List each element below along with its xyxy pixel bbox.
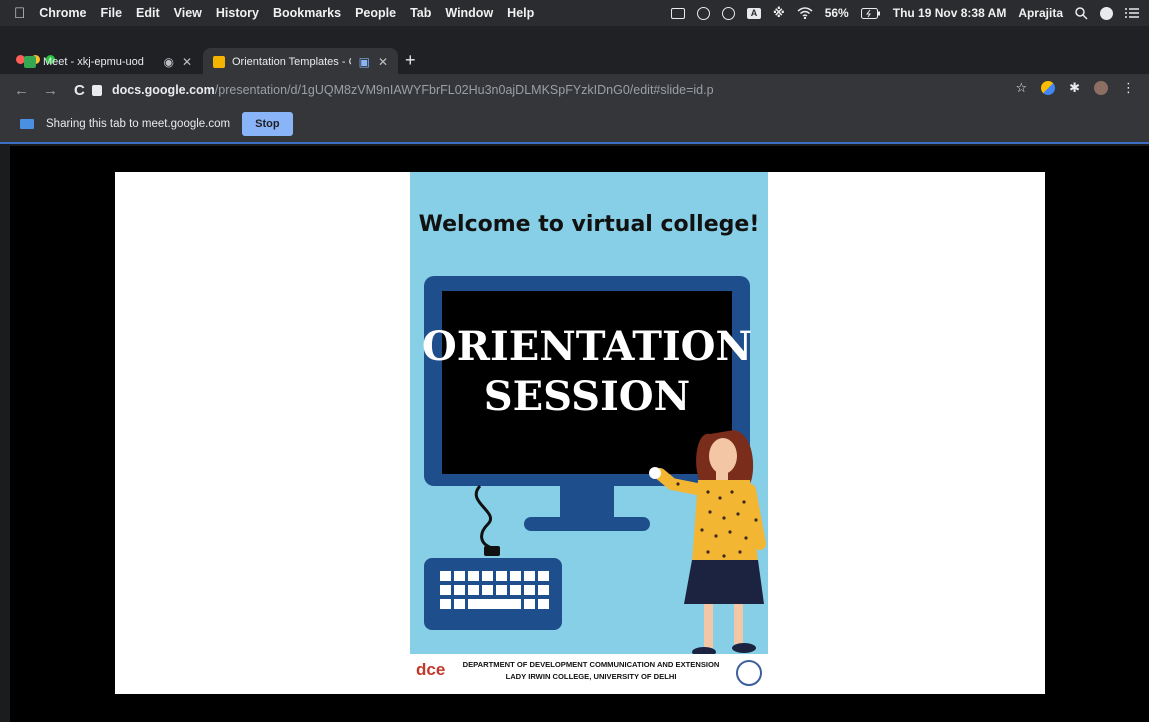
close-tab-icon[interactable]: ✕	[378, 55, 388, 69]
menu-help[interactable]: Help	[507, 6, 534, 20]
keyboard-cable	[474, 484, 493, 550]
department-name: DEPARTMENT OF DEVELOPMENT COMMUNICATION …	[446, 659, 736, 683]
puzzle-extensions-icon[interactable]: ✱	[1069, 80, 1080, 96]
screen-share-icon	[20, 119, 34, 129]
cable-plug	[484, 546, 500, 556]
menu-history[interactable]: History	[216, 6, 259, 20]
sharing-message: Sharing this tab to meet.google.com	[46, 118, 231, 130]
toolbar-icons: ☆ ✱ ⋮	[1015, 80, 1135, 96]
poster-footer: dce DEPARTMENT OF DEVELOPMENT COMMUNICAT…	[410, 654, 768, 694]
lock-icon[interactable]	[92, 84, 102, 96]
creative-cloud-icon[interactable]	[697, 6, 711, 20]
siri-icon[interactable]	[1100, 6, 1113, 20]
college-seal-icon	[736, 660, 762, 686]
tab-strip: Meet - xkj-epmu-uod ◉ ✕ Orientation Temp…	[0, 26, 1149, 76]
tab-meet[interactable]: Meet - xkj-epmu-uod ◉ ✕	[14, 48, 202, 76]
url-path: /presentation/d/1gUQM8zVM9nIAWYFbrFL02Hu…	[214, 83, 714, 97]
monitor-stand	[524, 517, 650, 531]
battery-icon[interactable]	[860, 7, 881, 19]
input-source-icon[interactable]: A	[747, 7, 762, 19]
screen-mirror-icon[interactable]	[671, 7, 686, 19]
spotlight-search-icon[interactable]	[1075, 6, 1088, 20]
screen-line1: ORIENTATION	[422, 323, 752, 370]
dept-line2: LADY IRWIN COLLEGE, UNIVERSITY OF DELHI	[505, 672, 677, 681]
address-bar[interactable]: docs.google.com/presentation/d/1gUQM8zVM…	[92, 78, 1037, 102]
bluetooth-icon[interactable]: ※	[773, 6, 785, 20]
slides-icon	[213, 56, 225, 68]
forward-icon[interactable]: →	[43, 82, 58, 99]
menu-tab[interactable]: Tab	[410, 6, 431, 20]
orientation-poster: Welcome to virtual college! ORIENTATION …	[410, 172, 768, 694]
bookmark-star-icon[interactable]: ☆	[1015, 80, 1027, 96]
stop-sharing-button[interactable]: Stop	[242, 112, 293, 136]
profile-avatar-icon[interactable]	[1094, 81, 1108, 95]
menu-bookmarks[interactable]: Bookmarks	[273, 6, 341, 20]
wifi-icon[interactable]	[797, 7, 813, 19]
monitor-neck	[560, 486, 614, 522]
status-area: A ※ 56% Thu 19 Nov 8:38 AM Aprajita	[671, 0, 1139, 26]
extension-icon[interactable]	[1041, 81, 1056, 95]
menu-edit[interactable]: Edit	[136, 6, 160, 20]
user-name[interactable]: Aprajita	[1018, 6, 1063, 20]
clock[interactable]: Thu 19 Nov 8:38 AM	[893, 6, 1007, 20]
dce-logo: dce	[416, 660, 446, 679]
url-host: docs.google.com	[112, 83, 215, 97]
dept-line1: DEPARTMENT OF DEVELOPMENT COMMUNICATION …	[462, 660, 720, 669]
menu-people[interactable]: People	[355, 6, 396, 20]
menu-view[interactable]: View	[174, 6, 202, 20]
meet-icon	[24, 56, 36, 68]
notification-center-icon[interactable]	[1125, 7, 1139, 19]
battery-percent[interactable]: 56%	[825, 6, 849, 20]
browser-toolbar: ← → C docs.google.com/presentation/d/1gU…	[0, 74, 1149, 106]
screen-line2: SESSION	[484, 373, 690, 420]
menu-file[interactable]: File	[100, 6, 122, 20]
more-menu-icon[interactable]: ⋮	[1122, 80, 1135, 96]
recording-indicator-icon: ◉	[163, 55, 174, 69]
close-tab-icon[interactable]: ✕	[182, 55, 192, 69]
menu-window[interactable]: Window	[445, 6, 493, 20]
sharing-indicator-icon: ▣	[358, 55, 370, 69]
checkmark-icon[interactable]	[722, 6, 736, 20]
menu-app-name[interactable]: Chrome	[39, 6, 86, 20]
new-tab-button[interactable]: +	[405, 50, 416, 71]
tab-title: Meet - xkj-epmu-uod	[43, 56, 144, 68]
poster-illustration: ORIENTATION SESSION	[422, 276, 766, 657]
tab-sharing-bar: Sharing this tab to meet.google.com Stop	[0, 106, 1149, 144]
tab-title: Orientation Templates - Go	[232, 56, 351, 68]
reload-icon[interactable]: C	[74, 82, 85, 99]
macos-menu-bar:  Chrome File Edit View History Bookmark…	[0, 0, 1149, 26]
back-icon[interactable]: ←	[14, 82, 29, 99]
apple-menu-icon[interactable]: 	[14, 5, 25, 22]
tab-orientation-templates[interactable]: Orientation Templates - Go ▣ ✕	[203, 48, 398, 76]
